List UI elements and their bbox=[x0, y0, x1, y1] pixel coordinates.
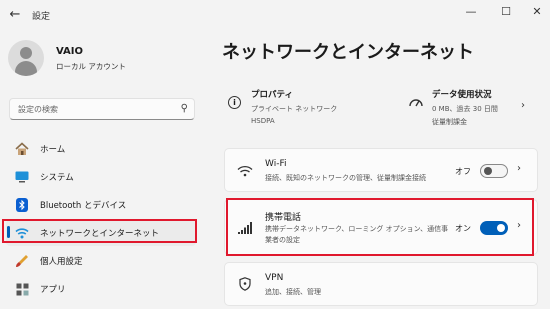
avatar[interactable] bbox=[8, 40, 44, 76]
nav-label: Bluetooth とデバイス bbox=[40, 201, 127, 211]
properties-title[interactable]: プロパティ bbox=[251, 88, 293, 100]
wifi-toggle[interactable] bbox=[480, 164, 508, 178]
brush-icon bbox=[14, 253, 30, 269]
avatar-body-icon bbox=[15, 61, 37, 76]
user-name: VAIO bbox=[56, 46, 84, 57]
page-title: ネットワークとインターネット bbox=[222, 42, 474, 63]
highlight-box-nav bbox=[2, 219, 197, 243]
app-title: 設定 bbox=[32, 12, 51, 22]
search-icon: ⚲ bbox=[180, 103, 188, 114]
search-placeholder: 設定の検索 bbox=[18, 105, 58, 114]
vpn-title: VPN bbox=[265, 273, 284, 283]
nav-item-personalization[interactable]: 個人用設定 bbox=[6, 248, 196, 274]
maximize-button[interactable]: ☐ bbox=[496, 3, 516, 21]
gauge-icon bbox=[408, 96, 424, 108]
bluetooth-icon bbox=[14, 197, 30, 213]
shield-icon bbox=[237, 277, 253, 291]
wifi-toggle-label: オフ bbox=[455, 167, 471, 176]
close-button[interactable]: ✕ bbox=[527, 3, 547, 21]
system-icon bbox=[14, 169, 30, 185]
nav-item-system[interactable]: システム bbox=[6, 164, 196, 190]
info-icon: i bbox=[228, 96, 241, 109]
chevron-right-icon[interactable]: › bbox=[517, 163, 521, 174]
home-icon bbox=[14, 141, 30, 157]
wifi-card[interactable]: Wi-Fi 接続、既知のネットワークの管理、従量制課金接続 オフ › bbox=[224, 148, 538, 192]
chevron-right-icon[interactable]: › bbox=[521, 100, 525, 111]
apps-icon bbox=[14, 281, 30, 297]
network-type: プライベート ネットワーク bbox=[251, 105, 338, 113]
data-usage-metered: 従量制課金 bbox=[432, 118, 467, 126]
nav-label: ホーム bbox=[40, 145, 66, 155]
nav-label: システム bbox=[40, 173, 74, 183]
account-type: ローカル アカウント bbox=[56, 62, 126, 71]
nav-label: アプリ bbox=[40, 285, 66, 295]
wifi-icon bbox=[237, 163, 253, 177]
vpn-subtitle: 追加、接続、管理 bbox=[265, 288, 321, 296]
minimize-button[interactable]: — bbox=[461, 3, 481, 21]
vpn-card[interactable]: VPN 追加、接続、管理 bbox=[224, 262, 538, 306]
connection-type: HSDPA bbox=[251, 117, 275, 125]
wifi-subtitle: 接続、既知のネットワークの管理、従量制課金接続 bbox=[265, 174, 426, 182]
data-usage-title[interactable]: データ使用状況 bbox=[432, 88, 492, 100]
nav-label: 個人用設定 bbox=[40, 257, 83, 267]
toggle-knob bbox=[484, 167, 492, 175]
data-usage-amount: 0 MB、過去 30 日間 bbox=[432, 105, 498, 113]
search-input[interactable]: 設定の検索 ⚲ bbox=[9, 98, 195, 120]
nav-item-home[interactable]: ホーム bbox=[6, 136, 196, 162]
highlight-box-cellular bbox=[226, 198, 534, 256]
wifi-title: Wi-Fi bbox=[265, 159, 287, 169]
avatar-head-icon bbox=[20, 47, 32, 59]
back-button[interactable]: ← bbox=[6, 7, 24, 23]
nav-item-bluetooth[interactable]: Bluetooth とデバイス bbox=[6, 192, 196, 218]
nav-item-apps[interactable]: アプリ bbox=[6, 276, 196, 302]
